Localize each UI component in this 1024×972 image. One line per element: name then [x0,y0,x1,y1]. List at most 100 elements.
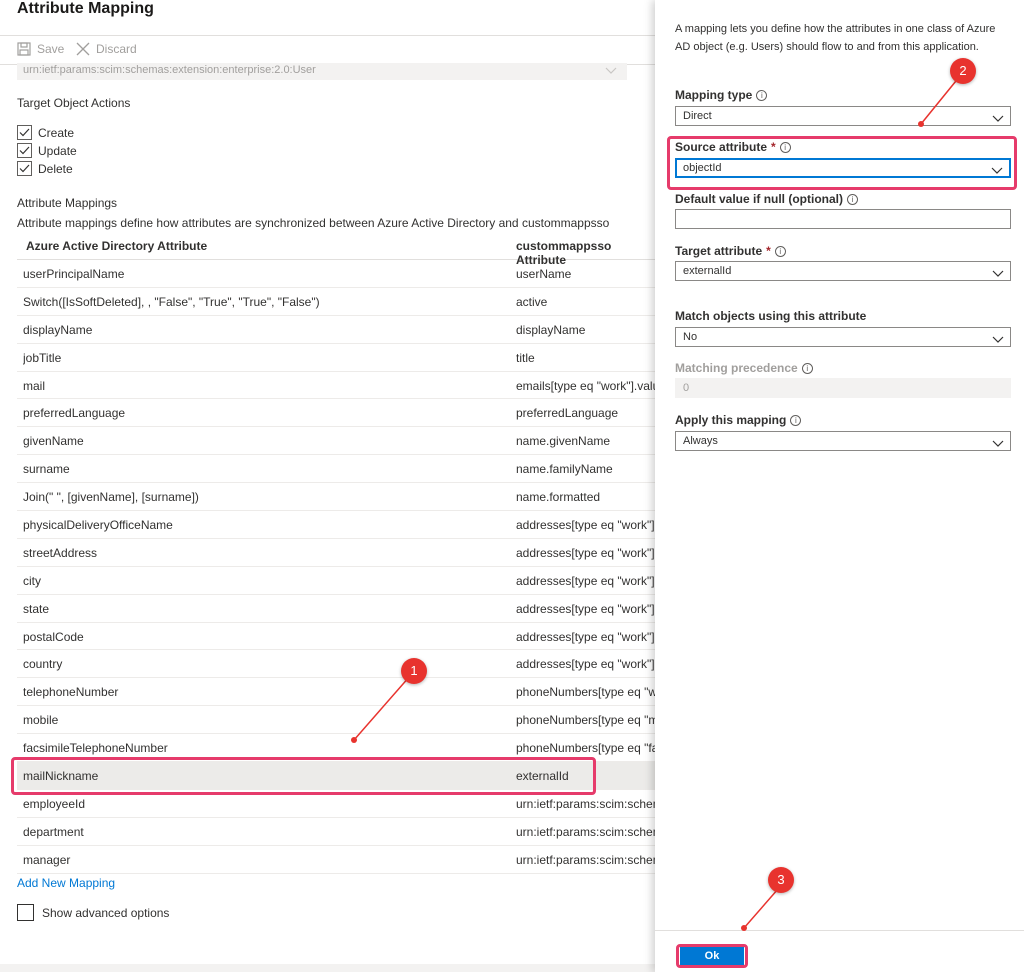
target-object-actions-title: Target Object Actions [17,96,131,110]
info-icon[interactable]: i [774,245,786,257]
info-icon[interactable]: i [790,414,802,426]
default-value-label-text: Default value if null (optional) [675,192,843,206]
source-attribute-cell: department [23,824,84,839]
checkbox-checked-icon [17,125,32,140]
target-attribute-cell: emails[type eq "work"].valu [516,378,655,393]
source-attribute-cell: physicalDeliveryOfficeName [23,518,173,533]
create-label: Create [38,125,75,140]
default-value-input[interactable] [675,209,1011,229]
table-row[interactable]: department urn:ietf:params:scim:schema [17,818,655,846]
source-attribute-cell: streetAddress [23,545,98,560]
table-row[interactable]: userPrincipalName userName [17,260,655,288]
info-icon[interactable]: i [801,362,813,374]
target-attribute-cell: phoneNumbers[type eq "m [516,713,655,728]
target-attribute-cell: name.givenName [516,434,611,449]
chevron-down-icon [992,266,1004,284]
horizontal-scrollbar[interactable] [0,964,655,972]
match-objects-value: No [683,331,698,343]
target-attribute-dropdown[interactable]: externalId [675,261,1011,281]
update-label: Update [38,143,77,158]
table-row[interactable]: country addresses[type eq "work"]. [17,650,655,679]
source-attribute-cell: surname [23,462,70,477]
schema-dropdown[interactable]: urn:ietf:params:scim:schemas:extension:e… [17,63,627,80]
table-row[interactable]: givenName name.givenName [17,427,655,456]
source-attribute-cell: telephoneNumber [23,685,119,700]
annotation-badge-1: 1 [401,658,427,684]
table-row[interactable]: displayName displayName [17,316,655,344]
highlight-selected-row [11,757,596,795]
source-attribute-cell: preferredLanguage [23,406,126,421]
table-row[interactable]: Join(" ", [givenName], [surname]) name.fo… [17,483,655,512]
delete-checkbox[interactable]: Delete [17,161,73,176]
target-attribute-cell: active [516,294,548,309]
show-advanced-options-checkbox[interactable]: Show advanced options [17,904,169,921]
target-attribute-cell: name.familyName [516,462,613,477]
table-row[interactable]: physicalDeliveryOfficeName addresses[type… [17,511,655,539]
target-attribute-cell: phoneNumbers[type eq "w [516,685,655,700]
annotation-badge-2: 2 [950,58,976,84]
source-attribute-cell: Join(" ", [givenName], [surname]) [23,490,199,505]
close-icon [76,42,90,56]
table-row[interactable]: manager urn:ietf:params:scim:schema [17,846,655,874]
save-button[interactable]: Save [17,42,64,56]
apply-mapping-dropdown[interactable]: Always [675,431,1011,451]
target-attribute-cell: addresses[type eq "work"]. [516,657,655,672]
schema-value: urn:ietf:params:scim:schemas:extension:e… [23,64,316,76]
mapping-type-label: Mapping type i [675,88,768,102]
info-icon[interactable]: i [756,89,768,101]
source-attribute-cell: city [23,573,41,588]
target-attribute-cell: addresses[type eq "work"]. [516,601,655,616]
target-attribute-cell: addresses[type eq "work"]. [516,545,655,560]
column-header-source: Azure Active Directory Attribute [26,239,208,253]
mapping-type-dropdown[interactable]: Direct [675,106,1011,126]
required-marker: * [766,244,771,258]
checkbox-checked-icon [17,143,32,158]
matching-precedence-input: 0 [675,378,1011,398]
attribute-mappings-title: Attribute Mappings [17,196,118,210]
target-attribute-label-text: Target attribute [675,244,763,258]
create-checkbox[interactable]: Create [17,125,74,140]
info-icon[interactable]: i [847,193,858,205]
target-attribute-cell: urn:ietf:params:scim:schema [516,824,655,839]
table-row[interactable]: postalCode addresses[type eq "work"]. [17,623,655,651]
table-row[interactable]: streetAddress addresses[type eq "work"]. [17,539,655,567]
attribute-mapping-page: Attribute Mapping Save Discard urn:ietf:… [0,0,655,972]
target-attribute-cell: displayName [516,322,586,337]
table-row[interactable]: state addresses[type eq "work"]. [17,595,655,623]
match-objects-dropdown[interactable]: No [675,327,1011,347]
table-row[interactable]: city addresses[type eq "work"]. [17,567,655,595]
table-row[interactable]: mobile phoneNumbers[type eq "m [17,706,655,735]
target-attribute-label: Target attribute * i [675,244,786,258]
update-checkbox[interactable]: Update [17,143,77,158]
chevron-down-icon [992,436,1004,454]
matching-precedence-label-text: Matching precedence [675,361,798,375]
match-objects-label: Match objects using this attribute [675,309,866,323]
match-objects-label-text: Match objects using this attribute [675,309,867,323]
target-attribute-cell: addresses[type eq "work"]. [516,629,655,644]
table-row[interactable]: telephoneNumber phoneNumbers[type eq "w [17,678,655,707]
mapping-type-value: Direct [683,110,712,122]
chevron-down-icon [605,65,617,80]
target-attribute-cell: addresses[type eq "work"].f [516,518,655,533]
table-row[interactable]: surname name.familyName [17,455,655,484]
target-attribute-cell: urn:ietf:params:scim:schema [516,796,655,811]
toolbar: Save Discard [0,35,655,65]
table-header: Azure Active Directory Attribute customm… [17,233,655,267]
delete-label: Delete [38,161,73,176]
target-attribute-cell: addresses[type eq "work"]. [516,573,655,588]
page-title: Attribute Mapping [17,0,154,17]
source-attribute-cell: givenName [23,434,84,449]
table-row[interactable]: preferredLanguage preferredLanguage [17,399,655,428]
panel-intro-text: A mapping lets you define how the attrib… [675,23,996,53]
table-row[interactable]: jobTitle title [17,344,655,372]
highlight-source-attribute [667,136,1017,190]
add-new-mapping-link[interactable]: Add New Mapping [17,876,115,890]
target-attribute-value: externalId [683,265,732,277]
table-row[interactable]: Switch([IsSoftDeleted], , "False", "True… [17,288,655,316]
target-attribute-cell: preferredLanguage [516,406,619,421]
target-attribute-cell: urn:ietf:params:scim:schema [516,852,655,867]
discard-button[interactable]: Discard [76,42,137,56]
source-attribute-cell: country [23,657,63,672]
chevron-down-icon [992,332,1004,350]
table-row[interactable]: mail emails[type eq "work"].valu [17,372,655,400]
